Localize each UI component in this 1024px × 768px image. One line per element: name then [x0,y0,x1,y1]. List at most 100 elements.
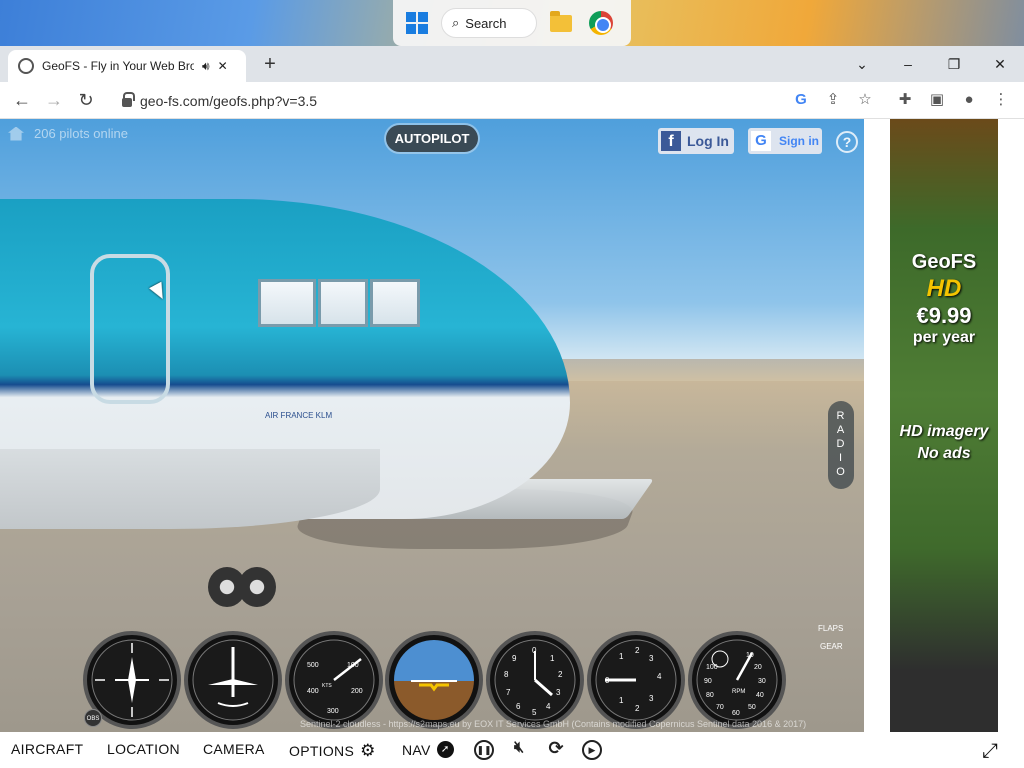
mute-icon[interactable]: 🔇︎ [509,740,529,760]
ad-period: per year [912,329,976,346]
geofs-viewport[interactable]: AIR FRANCE KLM 206 pilots online AUTOPIL… [0,119,864,732]
aircraft-menu[interactable]: AIRCRAFT [11,741,83,757]
home-icon[interactable] [8,126,24,141]
svg-text:2: 2 [635,704,640,713]
autopilot-button[interactable]: AUTOPILOT [386,125,478,152]
radio-label: RADIO [836,410,846,478]
svg-text:6: 6 [516,702,521,711]
cockpit-window-right [370,279,420,327]
nav-label: NAV [402,741,431,758]
fullscreen-icon[interactable]: ⤢ [982,740,998,763]
attitude-indicator [385,631,483,729]
menu-kebab-icon[interactable]: ⋮ [990,89,1012,111]
tachometer: 102030405060708090100RPM [688,631,786,729]
windows-start-icon[interactable] [401,7,433,39]
svg-text:2: 2 [558,670,563,679]
taskbar: ⌕ Search [393,0,631,46]
bookmark-star-icon[interactable]: ☆ [854,89,876,111]
svg-text:KTS: KTS [322,683,332,689]
ad-line1: HD imagery [899,423,989,440]
options-menu[interactable]: OPTIONS ⚙ [289,741,376,761]
play-icon[interactable]: ▶ [582,740,602,760]
forward-icon[interactable]: → [42,88,66,112]
facebook-login-label: Log In [687,133,729,149]
svg-text:4: 4 [657,672,662,681]
minimize-button[interactable]: – [894,52,922,76]
settings-icon: ⚙ [360,741,376,760]
side-panel-icon[interactable]: ▣ [926,89,948,111]
taskbar-search-button[interactable]: ⌕ Search [441,8,537,38]
turn-coordinator [184,631,282,729]
svg-text:RPM: RPM [732,689,745,695]
altimeter: 0123456789 [486,631,584,729]
reset-icon[interactable]: ⟳ [546,739,566,760]
svg-text:20: 20 [754,664,762,671]
svg-text:30: 30 [758,678,766,685]
svg-text:3: 3 [649,654,654,663]
taskbar-search-label: Search [465,15,507,31]
tab-search-button[interactable]: ⌄ [848,52,876,76]
svg-text:50: 50 [748,704,756,711]
search-icon: ⌕ [452,15,460,30]
back-icon[interactable]: ← [10,88,34,112]
browser-tabbar: GeoFS - Fly in Your Web Bro 🔊︎ ✕ + ⌄ – ❐… [0,46,1024,82]
camera-menu[interactable]: CAMERA [203,741,265,757]
tab-geofs[interactable]: GeoFS - Fly in Your Web Bro 🔊︎ ✕ [8,50,246,82]
ad-line2: No ads [917,445,971,462]
share-icon[interactable]: ⇪ [822,89,844,111]
cockpit-window-left [258,279,316,327]
facebook-icon: f [661,131,681,151]
options-label: OPTIONS [289,743,355,759]
globe-icon [18,58,34,74]
airspeed-indicator: 500100200400300KTS [285,631,383,729]
file-explorer-icon[interactable] [545,7,577,39]
svg-text:400: 400 [307,688,319,695]
svg-text:40: 40 [756,692,764,699]
ad-price: €9.99 [916,303,972,328]
help-button[interactable]: ? [836,131,858,153]
svg-text:60: 60 [732,710,740,717]
imagery-attribution: Sentinel-2 cloudless - https://s2maps.eu… [300,719,807,729]
ad-product: HD [926,275,962,302]
pause-icon[interactable]: ❚❚ [474,740,494,760]
restore-button[interactable]: ❐ [940,52,968,76]
nose-gear [208,559,280,607]
cockpit-window-center [318,279,368,327]
facebook-login-button[interactable]: f Log In [658,128,734,154]
obs-button[interactable]: OBS [84,709,102,727]
google-icon[interactable]: G [790,89,812,111]
ad-brand: GeoFS [911,251,977,273]
location-menu[interactable]: LOCATION [107,741,180,757]
aircraft-livery-text: AIR FRANCE KLM [265,411,333,420]
tab-title: GeoFS - Fly in Your Web Bro [42,59,194,73]
radio-button[interactable]: RADIO [828,401,854,489]
svg-text:1: 1 [619,696,624,705]
gear-indicator: GEAR [820,642,843,651]
profile-icon[interactable]: ● [958,89,980,111]
close-tab-icon[interactable]: ✕ [218,59,228,73]
svg-text:90: 90 [704,678,712,685]
ad-panel[interactable]: GeoFS HD €9.99 per year HD imagery No ad… [864,119,1024,732]
svg-text:5: 5 [532,708,537,717]
flaps-indicator: FLAPS [818,624,844,633]
new-tab-button[interactable]: + [258,52,282,76]
reload-icon[interactable]: ↻ [74,88,98,112]
svg-text:2: 2 [635,646,640,655]
url-field[interactable]: geo-fs.com/geofs.php?v=3.5 [110,87,890,114]
chrome-icon[interactable] [585,7,617,39]
aircraft-door [90,254,170,404]
url-text: geo-fs.com/geofs.php?v=3.5 [140,92,318,109]
browser-addressbar: ← → ↻ geo-fs.com/geofs.php?v=3.5 G ⇪ ☆ ✚… [0,82,1024,119]
svg-text:80: 80 [706,692,714,699]
svg-text:9: 9 [512,654,517,663]
svg-text:1: 1 [550,654,555,663]
speaker-icon[interactable]: 🔊︎ [202,59,210,74]
google-signin-button[interactable]: G Sign in [748,128,822,154]
svg-text:300: 300 [327,708,339,715]
close-window-button[interactable]: ✕ [986,52,1014,76]
geofs-toolbar: AIRCRAFT LOCATION CAMERA OPTIONS ⚙ NAV ➚… [0,732,1024,768]
svg-text:100: 100 [706,664,718,671]
extensions-icon[interactable]: ✚ [894,89,916,111]
pilots-online: 206 pilots online [8,126,128,141]
nav-menu[interactable]: NAV ➚ [402,741,454,758]
